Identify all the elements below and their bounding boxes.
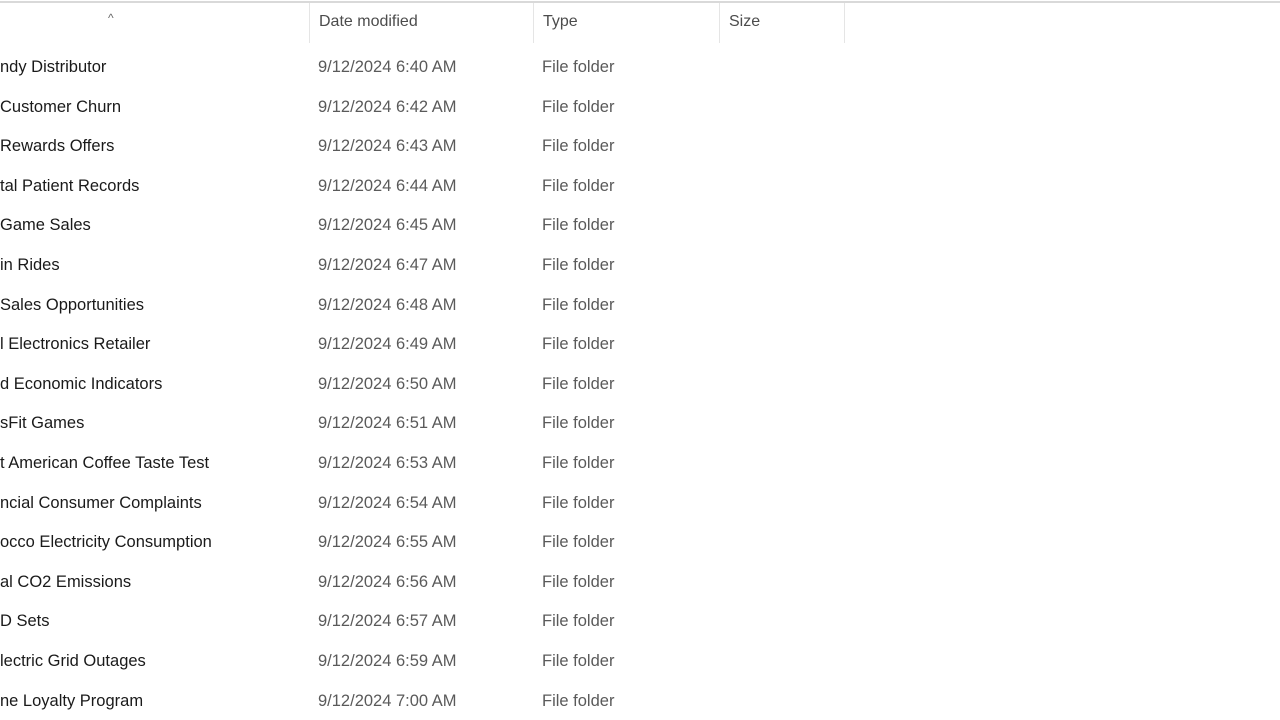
file-row[interactable]: D Sets 9/12/2024 6:57 AM File folder xyxy=(0,602,1280,640)
file-type: File folder xyxy=(542,97,615,116)
file-name: ndy Distributor xyxy=(0,58,107,76)
file-row[interactable]: lectric Grid Outages 9/12/2024 6:59 AM Fil… xyxy=(0,642,1280,680)
file-name: d Economic Indicators xyxy=(0,374,163,393)
file-row[interactable]: occo Electricity Consumption 9/12/2024 6:… xyxy=(0,523,1280,561)
file-row[interactable]: Game Sales 9/12/2024 6:45 AM File folder xyxy=(0,206,1280,244)
file-row[interactable]: ndy Distributor 9/12/2024 6:40 AM File fol… xyxy=(0,48,1280,86)
file-type: File folder xyxy=(542,58,615,76)
file-type: File folder xyxy=(542,612,615,631)
file-row[interactable]: ncial Consumer Complaints 9/12/2024 6:54 … xyxy=(0,484,1280,522)
file-name: Rewards Offers xyxy=(0,137,115,156)
file-type: File folder xyxy=(542,256,615,274)
file-type: File folder xyxy=(542,454,615,472)
file-date: 9/12/2024 6:40 AM xyxy=(318,58,457,76)
file-name: t American Coffee Taste Test xyxy=(0,454,210,472)
file-type: File folder xyxy=(542,493,615,512)
file-name: Sales Opportunities xyxy=(0,295,144,314)
file-date: 9/12/2024 6:44 AM xyxy=(318,176,457,195)
file-name: ncial Consumer Complaints xyxy=(0,493,202,512)
file-row[interactable]: in Rides 9/12/2024 6:47 AM File folder xyxy=(0,246,1280,284)
file-name: tal Patient Records xyxy=(0,176,140,195)
file-type: File folder xyxy=(542,414,615,433)
file-row[interactable]: l Electronics Retailer 9/12/2024 6:49 AM F… xyxy=(0,325,1280,363)
file-name: in Rides xyxy=(0,256,60,274)
file-row[interactable]: al CO2 Emissions 9/12/2024 6:56 AM File fo… xyxy=(0,563,1280,601)
file-type: File folder xyxy=(542,572,615,591)
file-type: File folder xyxy=(542,652,615,670)
file-type: File folder xyxy=(542,691,615,710)
file-name: l Electronics Retailer xyxy=(0,335,151,354)
file-row[interactable]: Sales Opportunities 9/12/2024 6:48 AM File… xyxy=(0,286,1280,324)
file-row[interactable]: t American Coffee Taste Test 9/12/2024 6:… xyxy=(0,444,1280,482)
column-header-name[interactable]: ^ xyxy=(0,3,310,43)
file-date: 9/12/2024 6:59 AM xyxy=(318,652,457,670)
column-header-size[interactable]: Size xyxy=(720,3,845,43)
file-date: 9/12/2024 6:43 AM xyxy=(318,137,457,156)
file-name: D Sets xyxy=(0,612,50,631)
file-type: File folder xyxy=(542,533,615,552)
file-type: File folder xyxy=(542,216,615,235)
file-name: Game Sales xyxy=(0,216,91,235)
file-type: File folder xyxy=(542,374,615,393)
column-header-bar: ^ Date modified Type Size xyxy=(0,3,1280,43)
file-name: occo Electricity Consumption xyxy=(0,533,212,552)
file-type: File folder xyxy=(542,137,615,156)
file-date: 9/12/2024 6:55 AM xyxy=(318,533,457,552)
file-type: File folder xyxy=(542,176,615,195)
file-date: 9/12/2024 6:57 AM xyxy=(318,612,457,631)
file-date: 9/12/2024 6:42 AM xyxy=(318,97,457,116)
file-row[interactable]: ne Loyalty Program 9/12/2024 7:00 AM File … xyxy=(0,682,1280,720)
file-date: 9/12/2024 6:53 AM xyxy=(318,454,457,472)
sort-ascending-icon: ^ xyxy=(108,11,114,25)
file-date: 9/12/2024 6:54 AM xyxy=(318,493,457,512)
file-date: 9/12/2024 7:00 AM xyxy=(318,691,457,710)
file-name: Customer Churn xyxy=(0,97,122,116)
file-date: 9/12/2024 6:50 AM xyxy=(318,374,457,393)
column-header-date-modified[interactable]: Date modified xyxy=(310,3,534,43)
file-row[interactable]: d Economic Indicators 9/12/2024 6:50 AM Fi… xyxy=(0,365,1280,403)
file-row[interactable]: Rewards Offers 9/12/2024 6:43 AM File fold… xyxy=(0,127,1280,165)
file-name: sFit Games xyxy=(0,414,85,433)
file-type: File folder xyxy=(542,335,615,354)
file-date: 9/12/2024 6:51 AM xyxy=(318,414,457,433)
file-name: al CO2 Emissions xyxy=(0,572,132,591)
column-header-type[interactable]: Type xyxy=(534,3,720,43)
file-row[interactable]: tal Patient Records 9/12/2024 6:44 AM File… xyxy=(0,167,1280,205)
file-date: 9/12/2024 6:45 AM xyxy=(318,216,457,235)
file-name: lectric Grid Outages xyxy=(0,652,146,670)
file-type: File folder xyxy=(542,295,615,314)
file-date: 9/12/2024 6:47 AM xyxy=(318,256,457,274)
file-date: 9/12/2024 6:48 AM xyxy=(318,295,457,314)
file-row[interactable]: sFit Games 9/12/2024 6:51 AM File folder xyxy=(0,404,1280,442)
file-date: 9/12/2024 6:56 AM xyxy=(318,572,457,591)
file-row[interactable]: Customer Churn 9/12/2024 6:42 AM File fold… xyxy=(0,88,1280,126)
file-date: 9/12/2024 6:49 AM xyxy=(318,335,457,354)
file-name: ne Loyalty Program xyxy=(0,691,144,710)
